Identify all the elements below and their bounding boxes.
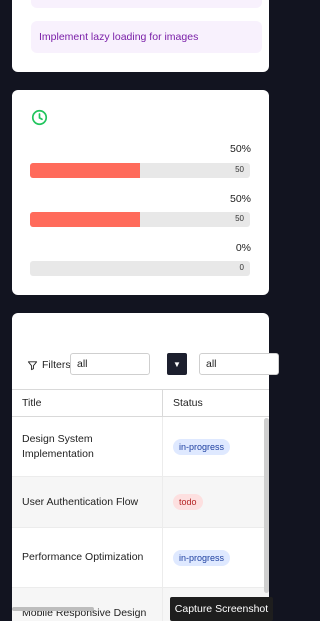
task-label: Implement lazy loading for images: [39, 31, 199, 43]
progress-fill: [30, 163, 140, 178]
column-header-title[interactable]: Title: [12, 390, 163, 416]
progress-bar: 50: [30, 163, 250, 178]
vertical-scrollbar[interactable]: [264, 418, 269, 593]
progress-percent: 50%: [229, 193, 251, 205]
task-list-card: Implement lazy loading for images: [12, 0, 269, 72]
table-row[interactable]: Performance Optimization in-progress: [12, 528, 269, 588]
status-badge: in-progress: [173, 438, 231, 455]
row-title: Design System Implementation: [12, 417, 163, 476]
progress-card: 50% 50 50% 50 0% 0: [12, 90, 269, 295]
filter-icon: [27, 360, 38, 370]
capture-screenshot-tooltip: Capture Screenshot: [170, 597, 273, 621]
task-item[interactable]: Implement lazy loading for images: [31, 21, 262, 53]
status-badge: in-progress: [173, 549, 231, 566]
progress-bar: 50: [30, 212, 250, 227]
task-item[interactable]: [31, 0, 262, 8]
column-header-status[interactable]: Status: [163, 390, 203, 416]
progress-bar: 0: [30, 261, 250, 276]
status-badge: todo: [173, 494, 203, 510]
clock-icon: [31, 109, 48, 126]
progress-percent: 0%: [235, 242, 251, 254]
progress-value: 0: [239, 263, 244, 272]
task-table: Title Status Design System Implementatio…: [12, 389, 269, 621]
status-filter-select[interactable]: all: [70, 353, 150, 375]
progress-value: 50: [235, 165, 244, 174]
horizontal-scrollbar[interactable]: [12, 607, 94, 611]
row-title: Performance Optimization: [12, 528, 163, 587]
chevron-down-icon: ▼: [173, 359, 181, 369]
table-row[interactable]: Design System Implementation in-progress: [12, 417, 269, 477]
table-header: Title Status: [12, 389, 269, 417]
row-title: User Authentication Flow: [12, 477, 163, 527]
filters-label: Filters:: [42, 359, 74, 371]
dropdown-arrow-button[interactable]: ▼: [167, 353, 187, 375]
progress-value: 50: [235, 214, 244, 223]
priority-filter-select[interactable]: all: [199, 353, 279, 375]
filters-label-group: Filters:: [27, 359, 74, 371]
progress-percent: 50%: [229, 143, 251, 155]
progress-fill: [30, 212, 140, 227]
row-title: Mobile Responsive Design: [12, 588, 163, 621]
filters-bar: Filters:: [12, 353, 74, 377]
table-row[interactable]: User Authentication Flow todo: [12, 477, 269, 528]
